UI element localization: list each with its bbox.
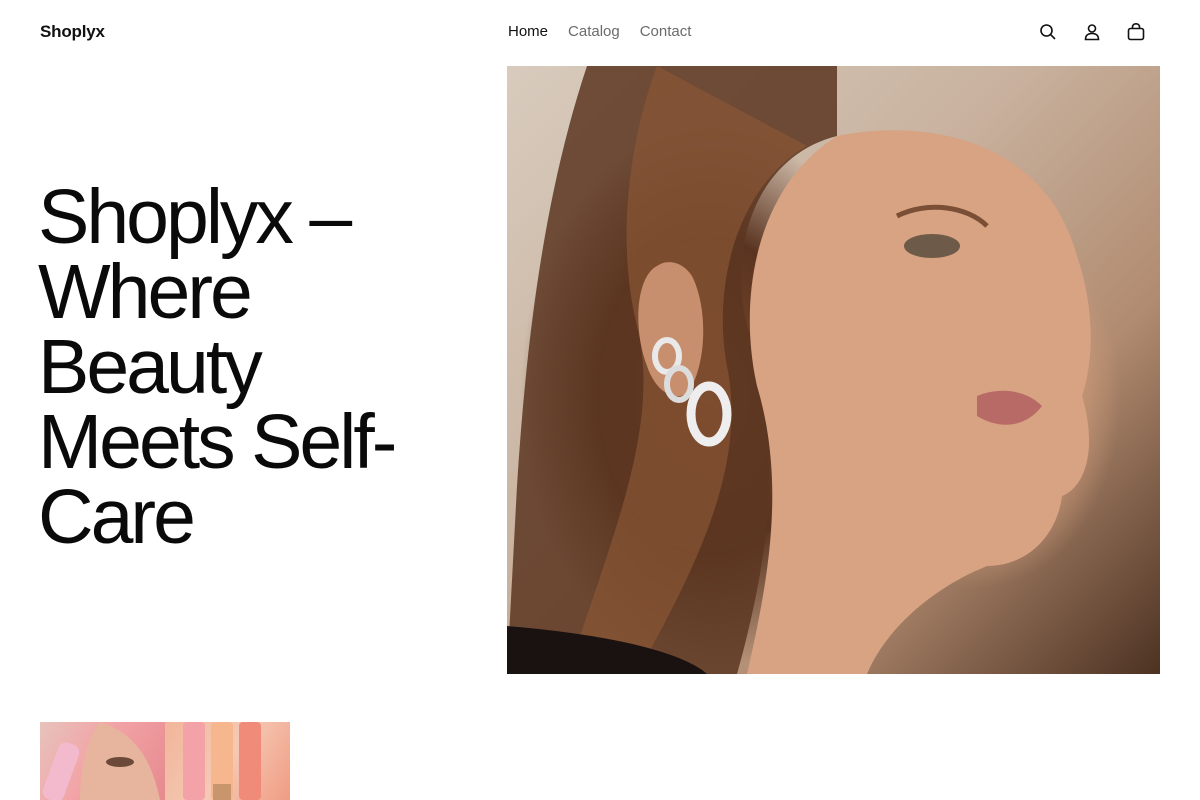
site-header: Shoplyx Home Catalog Contact <box>0 0 1200 66</box>
hero-image <box>507 66 1160 674</box>
hero-title: Shoplyx – Where Beauty Meets Self-Care <box>38 174 397 560</box>
product-thumbnails <box>40 722 290 800</box>
cart-button[interactable] <box>1124 20 1148 44</box>
nav-home[interactable]: Home <box>508 23 548 40</box>
nav-contact[interactable]: Contact <box>640 23 692 40</box>
thumbnail-lip-gloss[interactable] <box>165 722 290 800</box>
account-button[interactable] <box>1080 20 1104 44</box>
account-icon <box>1084 24 1100 41</box>
nav-catalog[interactable]: Catalog <box>568 23 620 40</box>
page: Shoplyx Home Catalog Contact Shoplyx – W… <box>0 0 1200 800</box>
search-icon <box>1040 24 1056 40</box>
header-icons <box>1036 20 1148 44</box>
cart-icon <box>1127 22 1145 41</box>
thumbnail-blush[interactable] <box>40 722 165 800</box>
search-button[interactable] <box>1036 20 1060 44</box>
logo[interactable]: Shoplyx <box>40 22 105 42</box>
lip-gloss-product-image <box>183 722 261 800</box>
model-photo-illustration <box>507 66 1091 674</box>
blush-product-image <box>42 722 160 800</box>
